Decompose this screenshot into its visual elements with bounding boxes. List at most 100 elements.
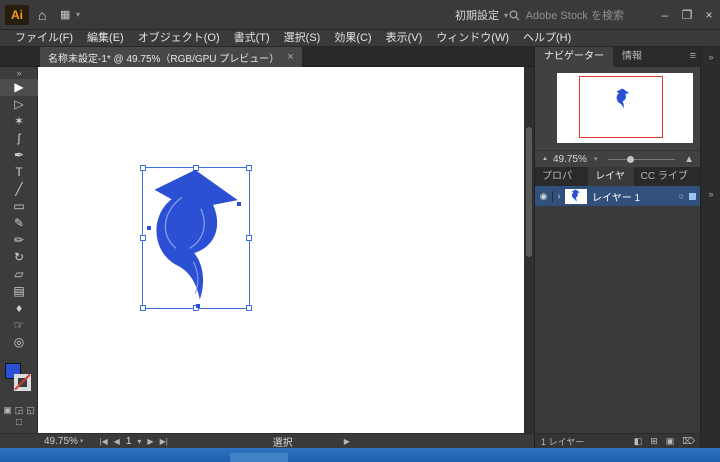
arrange-documents-icon[interactable]: ▦ <box>60 0 70 30</box>
first-artboard-icon[interactable]: |◀ <box>99 437 107 446</box>
visibility-eye-icon[interactable]: ◉ <box>535 190 553 202</box>
selection-handle[interactable] <box>246 165 252 171</box>
workspace-switcher[interactable]: 初期設定 ▾ <box>455 0 508 30</box>
artboard-caret-icon[interactable]: ▾ <box>137 437 141 446</box>
zoom-in-mountain-icon[interactable]: ▲ <box>684 154 694 165</box>
document-tab[interactable]: 名称未設定-1* @ 49.75%（RGB/GPU プレビュー） × <box>40 47 302 67</box>
artboard-canvas[interactable] <box>38 67 524 433</box>
artboard-navigation: |◀ ◀ 1 ▾ ▶ ▶| <box>99 436 167 447</box>
selection-handle[interactable] <box>140 165 146 171</box>
paintbrush-tool[interactable]: ✎ <box>0 215 38 232</box>
home-icon[interactable]: ⌂ <box>38 0 46 30</box>
layer-thumbnail <box>565 188 587 204</box>
illustrator-logo: Ai <box>5 5 29 25</box>
rotate-tool[interactable]: ↻ <box>0 249 38 266</box>
panel-menu-icon[interactable]: ≡ <box>690 50 696 62</box>
pen-tool[interactable]: ✒ <box>0 147 38 164</box>
artboard-number[interactable]: 1 <box>126 436 132 447</box>
toolbar-collapse-icon[interactable]: » <box>0 67 38 79</box>
stock-search[interactable]: Adobe Stock を検索 <box>509 0 624 30</box>
scale-tool[interactable]: ▱ <box>0 266 38 283</box>
navigator-zoom-caret-icon[interactable]: ▾ <box>594 155 598 163</box>
maximize-button[interactable]: ❐ <box>676 0 698 30</box>
canvas-vertical-scrollbar[interactable] <box>524 67 534 433</box>
magic-wand-tool[interactable]: ✶ <box>0 113 38 130</box>
fill-stroke-widget <box>5 363 33 397</box>
delete-layer-icon[interactable]: ⌦ <box>682 436 695 447</box>
last-artboard-icon[interactable]: ▶| <box>160 437 168 446</box>
new-sublayer-icon[interactable]: ⊞ <box>650 436 658 447</box>
zoom-slider[interactable] <box>608 155 676 163</box>
anchor-point[interactable] <box>191 256 195 260</box>
menu-help[interactable]: ヘルプ(H) <box>516 30 578 47</box>
next-artboard-icon[interactable]: ▶ <box>147 437 153 446</box>
arrange-documents-caret-icon[interactable]: ▾ <box>76 0 80 30</box>
selection-bounding-box[interactable] <box>140 165 252 311</box>
draw-inside-button[interactable]: ◱ <box>26 403 35 417</box>
gradient-tool[interactable]: ▤ <box>0 283 38 300</box>
status-flyout-icon[interactable]: ▶ <box>344 437 350 446</box>
navigator-zoom-value[interactable]: 49.75% <box>553 154 587 165</box>
tab-navigator[interactable]: ナビゲーター <box>535 47 613 67</box>
pencil-tool[interactable]: ✏ <box>0 232 38 249</box>
draw-behind-button[interactable]: ◲ <box>15 403 24 417</box>
tab-info[interactable]: 情報 <box>613 47 651 67</box>
draw-normal-button[interactable]: ▣ <box>3 403 12 417</box>
anchor-point[interactable] <box>196 304 200 308</box>
zoom-caret-icon[interactable]: ▾ <box>80 437 84 445</box>
minimize-button[interactable]: – <box>654 0 676 30</box>
window-controls: – ❐ × <box>654 0 720 30</box>
selection-handle[interactable] <box>246 305 252 311</box>
zoom-slider-thumb[interactable] <box>627 155 635 163</box>
menu-file[interactable]: ファイル(F) <box>8 30 80 47</box>
navigator-thumbnail[interactable] <box>557 73 693 143</box>
document-tabbar: 名称未設定-1* @ 49.75%（RGB/GPU プレビュー） × <box>0 47 534 67</box>
selected-art-indicator[interactable] <box>689 192 696 200</box>
menu-edit[interactable]: 編集(E) <box>80 30 131 47</box>
menu-object[interactable]: オブジェクト(O) <box>131 30 227 47</box>
type-tool[interactable]: T <box>0 164 38 181</box>
right-panel-dock: ナビゲーター 情報 ≡ ▲ 49.75% ▾ ▲ プロパティ レイヤー CC <box>534 47 701 448</box>
anchor-point[interactable] <box>193 170 197 174</box>
screen-mode-button[interactable]: □ <box>0 417 38 428</box>
menu-effect[interactable]: 効果(C) <box>327 30 378 47</box>
tab-close-icon[interactable]: × <box>287 51 293 63</box>
menu-type[interactable]: 書式(T) <box>227 30 277 47</box>
layer-name[interactable]: レイヤー 1 <box>592 189 679 204</box>
rectangle-tool[interactable]: ▭ <box>0 198 38 215</box>
tab-properties[interactable]: プロパティ <box>535 167 588 201</box>
scrollbar-thumb[interactable] <box>526 127 532 257</box>
selection-handle[interactable] <box>140 235 146 241</box>
collapse-dock-icon[interactable]: » <box>701 189 720 199</box>
workspace-label: 初期設定 <box>454 10 499 22</box>
menu-view[interactable]: 表示(V) <box>379 30 430 47</box>
eyedropper-tool[interactable]: ♦ <box>0 300 38 317</box>
selection-handle[interactable] <box>246 235 252 241</box>
new-layer-icon[interactable]: ▣ <box>666 436 675 447</box>
tab-cc-libraries[interactable]: CC ライブラリ <box>634 167 701 201</box>
collapse-dock-icon[interactable]: » <box>701 52 720 62</box>
menu-select[interactable]: 選択(S) <box>277 30 328 47</box>
zoom-tool[interactable]: ◎ <box>0 334 38 351</box>
direct-selection-tool[interactable]: ▷ <box>0 96 38 113</box>
prev-artboard-icon[interactable]: ◀ <box>114 437 120 446</box>
desktop-background <box>0 448 720 462</box>
make-mask-icon[interactable]: ◧ <box>634 436 643 447</box>
anchor-point[interactable] <box>147 226 151 230</box>
hand-tool[interactable]: ☞ <box>0 317 38 334</box>
selection-tool[interactable]: ▶ <box>0 79 38 96</box>
lasso-tool[interactable]: ʃ <box>0 130 38 147</box>
menu-window[interactable]: ウィンドウ(W) <box>429 30 516 47</box>
target-circle-icon[interactable]: ○ <box>679 191 684 201</box>
anchor-point[interactable] <box>237 202 241 206</box>
tab-layers[interactable]: レイヤー <box>588 167 634 201</box>
selection-handle[interactable] <box>140 305 146 311</box>
expand-chevron-icon[interactable]: › <box>553 191 565 202</box>
zoom-out-mountain-icon[interactable]: ▲ <box>542 156 548 162</box>
line-segment-tool[interactable]: ╱ <box>0 181 38 198</box>
layer-row[interactable]: ◉ › レイヤー 1 ○ <box>535 186 701 206</box>
close-button[interactable]: × <box>698 0 720 30</box>
layers-footer: 1 レイヤー ◧ ⊞ ▣ ⌦ <box>535 433 701 448</box>
zoom-level[interactable]: 49.75% <box>44 436 78 447</box>
draw-mode-buttons: ▣ ◲ ◱ <box>0 403 38 417</box>
